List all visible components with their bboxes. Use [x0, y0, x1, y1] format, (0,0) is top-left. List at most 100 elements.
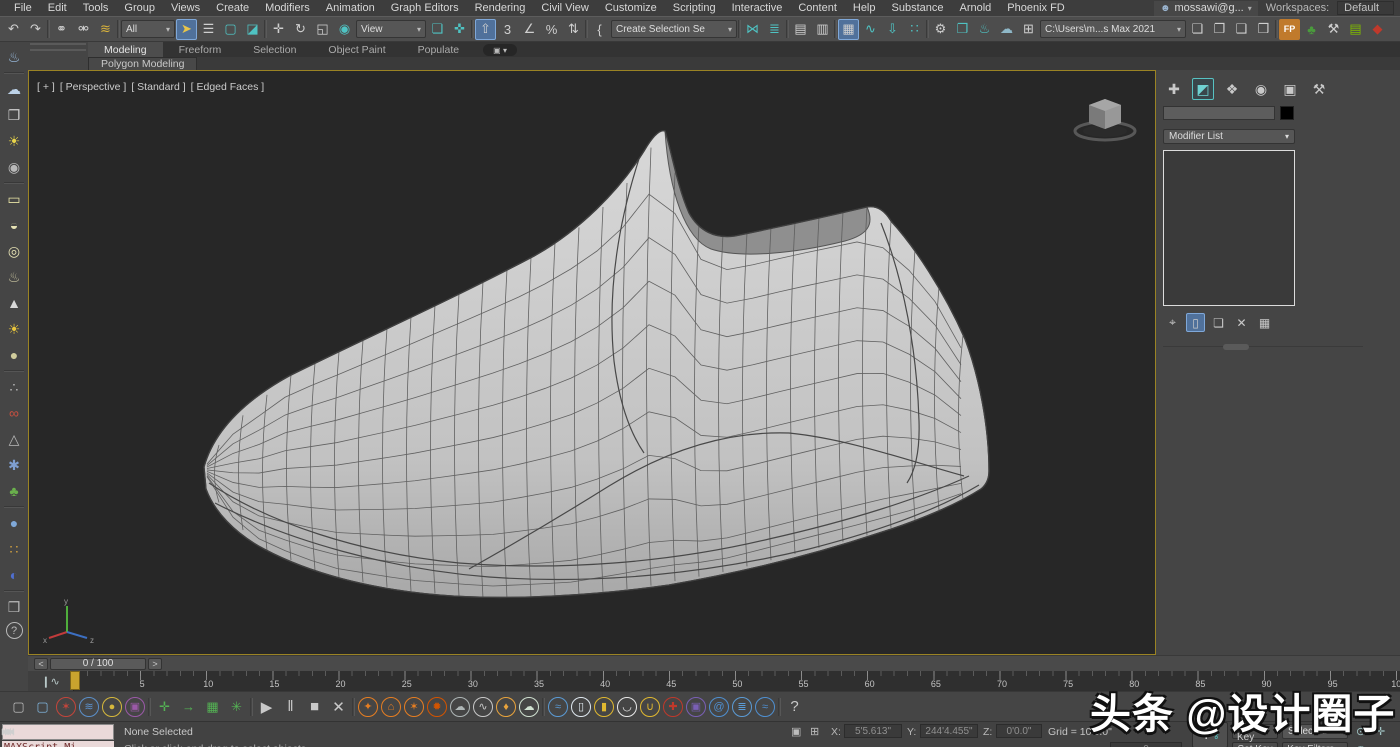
select-and-move-button[interactable]: ✛	[268, 19, 289, 40]
left-toolbar-icon[interactable]	[4, 506, 24, 508]
select-by-name-button[interactable]: ☰	[198, 19, 219, 40]
foliage-button[interactable]: ♣	[3, 480, 25, 502]
menu-file[interactable]: File	[6, 0, 40, 16]
view-cube[interactable]	[1069, 89, 1141, 145]
open-container-button[interactable]: ❐	[1209, 19, 1230, 40]
toolbar-icon[interactable]	[926, 20, 929, 38]
layer-explorer-button[interactable]: ▥	[812, 19, 833, 40]
undo-button[interactable]: ↶	[3, 19, 24, 40]
maxscript-mini-listener-input[interactable]	[2, 724, 114, 740]
utilities-tab[interactable]: ⚒	[1308, 78, 1330, 100]
phoenix-turbulence[interactable]: ✳	[226, 696, 247, 717]
noise-button[interactable]: ✱	[3, 454, 25, 476]
use-pivot-point-button[interactable]: ❏	[427, 19, 448, 40]
phoenix-icon[interactable]	[250, 698, 253, 716]
viewport-shading-menu[interactable]: [ Edged Faces ]	[191, 81, 265, 93]
phoenix-icon[interactable]	[148, 698, 151, 716]
preset-coffee[interactable]: ◡	[617, 697, 637, 717]
phoenix-body-helper[interactable]: ▣	[125, 697, 145, 717]
configure-modifier-sets-button[interactable]: ▦	[1255, 313, 1274, 332]
phoenix-liquid-helper[interactable]: ≋	[79, 697, 99, 717]
select-object-button[interactable]: ➤	[176, 19, 197, 40]
render-production-button[interactable]: ♨	[974, 19, 995, 40]
phoenix-delete-cache-button[interactable]: ✕	[328, 696, 349, 717]
phoenix-follow-path[interactable]: →	[178, 696, 199, 717]
mirror-button[interactable]: ⋈	[742, 19, 763, 40]
menu-customize[interactable]: Customize	[597, 0, 665, 16]
menu-civil-view[interactable]: Civil View	[533, 0, 596, 16]
align-button[interactable]: ≣	[764, 19, 785, 40]
save-container-button[interactable]: ❏	[1187, 19, 1208, 40]
preset-ink[interactable]: ▣	[686, 697, 706, 717]
merge-container-button[interactable]: ❒	[1253, 19, 1274, 40]
phoenix-start-simulation-button[interactable]: ▶	[256, 696, 277, 717]
sun-light-button[interactable]: ☀	[3, 318, 25, 340]
edit-named-selection-sets-button[interactable]: {	[589, 19, 610, 40]
light-lister-button[interactable]: ☀	[3, 130, 25, 152]
angle-snap-button[interactable]: ∠	[519, 19, 540, 40]
create-tab[interactable]: ✚	[1163, 78, 1185, 100]
reference-coordinate-dropdown[interactable]: View▾	[356, 20, 426, 38]
preset-blood[interactable]: ✚	[663, 697, 683, 717]
dome-primitive-button[interactable]: ◒	[3, 214, 25, 236]
select-and-place-button[interactable]: ◉	[334, 19, 355, 40]
user-account-menu[interactable]: ☻ mossawi@g... ▾	[1154, 1, 1258, 16]
phoenix-mapper[interactable]: ▦	[202, 696, 223, 717]
object-color-swatch[interactable]	[1280, 106, 1294, 120]
preset-waterfall[interactable]: ≣	[732, 697, 752, 717]
object-name-field[interactable]	[1163, 106, 1275, 120]
railclone-tools-button[interactable]: ⚒	[1323, 19, 1344, 40]
ribbon-toggle-button[interactable]: ▦	[838, 19, 859, 40]
left-toolbar-icon[interactable]	[4, 590, 24, 592]
left-toolbar-icon[interactable]	[4, 370, 24, 372]
snap-toggle-3d-button[interactable]: 3	[497, 19, 518, 40]
phoenix-stop-simulation-button[interactable]: ■	[304, 696, 325, 717]
pick-material-button[interactable]: ◐	[3, 564, 25, 586]
teapot-primitive-button[interactable]: ♨	[3, 266, 25, 288]
workspace-dropdown[interactable]: Default	[1337, 1, 1394, 15]
molecule-button[interactable]: ∞	[3, 402, 25, 424]
project-folder-dropdown[interactable]: C:\Users\m...s Max 2021▾	[1040, 20, 1186, 38]
tab-selection[interactable]: Selection	[237, 42, 312, 57]
modifier-list-dropdown[interactable]: Modifier List ▾	[1163, 129, 1295, 144]
material-editor-button[interactable]: ∷	[904, 19, 925, 40]
menu-modifiers[interactable]: Modifiers	[257, 0, 318, 16]
menu-edit[interactable]: Edit	[40, 0, 75, 16]
preset-honey[interactable]: ∪	[640, 697, 660, 717]
toolbar-icon[interactable]	[264, 20, 267, 38]
menu-tools[interactable]: Tools	[75, 0, 117, 16]
curve-editor-button[interactable]: ∿	[860, 19, 881, 40]
tab-object-paint[interactable]: Object Paint	[312, 42, 401, 57]
select-and-rotate-button[interactable]: ↻	[290, 19, 311, 40]
transform-gizmo-icon[interactable]: ⊞	[810, 725, 819, 738]
menu-phoenix-fd[interactable]: Phoenix FD	[999, 0, 1072, 16]
viewport-general-menu[interactable]: [ + ]	[37, 81, 55, 93]
percent-snap-button[interactable]: %	[541, 19, 562, 40]
preset-ocean[interactable]: ≈	[755, 697, 775, 717]
clipboard-button[interactable]: ❒	[3, 596, 25, 618]
material-sphere-button[interactable]: ●	[3, 512, 25, 534]
select-and-link-button[interactable]: ⚭	[51, 19, 72, 40]
viewport-pov-menu[interactable]: [ Perspective ]	[60, 81, 127, 93]
phoenix-icon[interactable]	[352, 698, 355, 716]
menu-views[interactable]: Views	[163, 0, 208, 16]
make-unique-button[interactable]: ❏	[1209, 313, 1228, 332]
particle-array-button[interactable]: ∴	[3, 376, 25, 398]
bind-to-space-warp-button[interactable]: ≋	[95, 19, 116, 40]
toolbar-icon[interactable]	[738, 20, 741, 38]
preset-beer[interactable]: ▮	[594, 697, 614, 717]
preset-clouds[interactable]: ☁	[519, 697, 539, 717]
hierarchy-tab[interactable]: ❖	[1221, 78, 1243, 100]
render-setup-button[interactable]: ⚙	[930, 19, 951, 40]
set-key-button[interactable]: Set Key	[1232, 742, 1278, 747]
preset-campfire[interactable]: ✦	[358, 697, 378, 717]
menu-animation[interactable]: Animation	[318, 0, 383, 16]
preset-large-explosion[interactable]: ✹	[427, 697, 447, 717]
menu-graph-editors[interactable]: Graph Editors	[383, 0, 467, 16]
spinner-snap-button[interactable]: ⇅	[563, 19, 584, 40]
inherit-container-button[interactable]: ❑	[1231, 19, 1252, 40]
redo-button[interactable]: ↷	[25, 19, 46, 40]
shoe-wireframe-model[interactable]	[29, 71, 1155, 654]
rollout-divider[interactable]	[1163, 346, 1363, 347]
previous-frame-arrow[interactable]: <	[34, 658, 48, 670]
